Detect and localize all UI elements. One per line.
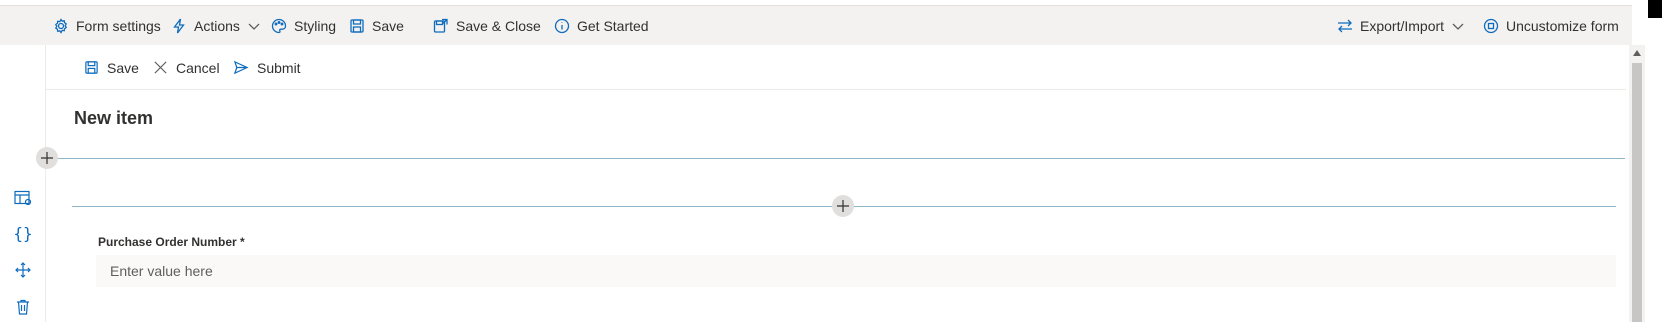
info-icon [553,17,571,35]
top-command-bar: Form settings Actions Styling Save Save … [0,5,1632,45]
move-icon[interactable] [12,259,34,281]
submit-label: Submit [257,59,301,76]
chevron-down-icon [1452,20,1464,32]
form-save-button[interactable]: Save [84,45,139,90]
swap-arrows-icon [1336,17,1354,35]
layout-icon[interactable] [12,187,34,209]
get-started-button[interactable]: Get Started [553,6,649,46]
section-divider [45,158,1625,159]
field-label: Purchase Order Number * [98,235,245,249]
scrollbar-thumb[interactable] [1632,63,1642,322]
vertical-scrollbar[interactable] [1629,45,1645,322]
form-settings-button[interactable]: Form settings [52,6,161,46]
plus-icon [837,200,849,212]
styling-label: Styling [294,18,337,34]
uncustomize-icon [1482,17,1500,35]
gear-icon [52,17,70,35]
export-import-label: Export/Import [1360,18,1445,34]
add-field-button[interactable] [832,195,854,217]
purchase-order-number-input[interactable] [96,255,1616,287]
cancel-button[interactable]: Cancel [153,45,220,90]
save-button[interactable]: Save [348,6,404,46]
save-label: Save [372,18,404,34]
send-icon [233,60,249,75]
save-icon [348,17,366,35]
scroll-up-icon[interactable] [1633,50,1641,56]
styling-button[interactable]: Styling [270,6,336,46]
actions-label: Actions [194,18,240,34]
window-corner [1648,0,1662,18]
submit-button[interactable]: Submit [233,45,301,90]
palette-icon [270,17,288,35]
form-command-bar: Save Cancel Submit [46,45,1626,90]
get-started-label: Get Started [577,18,649,34]
form-save-label: Save [107,59,139,76]
save-icon [85,61,98,74]
save-close-button[interactable]: Save & Close [432,6,541,46]
uncustomize-form-button[interactable]: Uncustomize form [1482,6,1619,46]
close-icon [154,61,167,74]
delete-icon[interactable] [12,296,34,318]
export-import-button[interactable]: Export/Import [1336,6,1464,46]
actions-button[interactable]: Actions [170,6,260,46]
uncustomize-label: Uncustomize form [1506,18,1619,34]
page-title: New item [74,108,154,128]
chevron-down-icon [248,20,260,32]
cancel-label: Cancel [176,59,220,76]
code-braces-icon[interactable]: {} [12,222,34,244]
lightning-icon [170,17,188,35]
add-section-button[interactable] [36,147,58,169]
plus-icon [41,152,53,164]
form-settings-label: Form settings [76,18,161,34]
save-close-label: Save & Close [456,18,541,34]
form-designer: Form settings Actions Styling Save Save … [0,0,1662,322]
save-close-icon [432,17,450,35]
